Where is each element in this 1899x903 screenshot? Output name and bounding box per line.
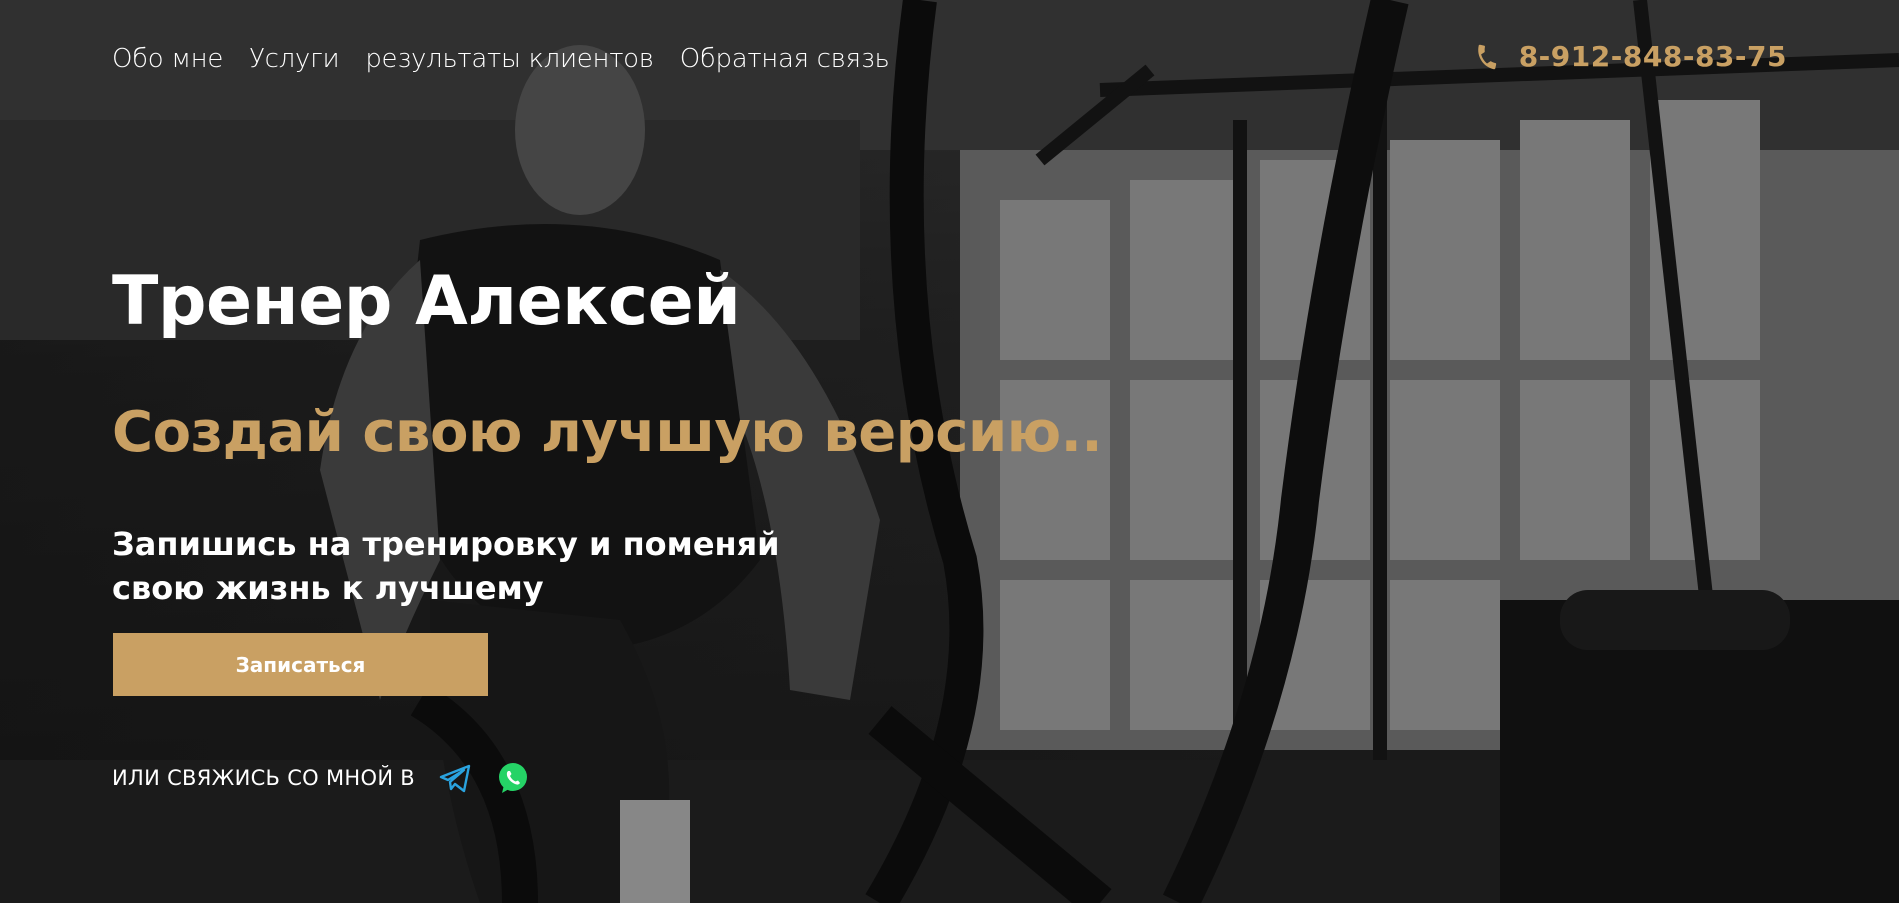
signup-button[interactable]: Записаться xyxy=(113,633,488,696)
whatsapp-icon[interactable] xyxy=(495,760,531,796)
phone-link[interactable]: 8-912-848-83-75 xyxy=(1473,40,1787,73)
top-nav: Обо мне Услуги результаты клиентов Обрат… xyxy=(112,44,890,74)
page-title: Тренер Алексей xyxy=(112,262,741,341)
nav-item-services[interactable]: Услуги xyxy=(249,44,340,74)
nav-item-about[interactable]: Обо мне xyxy=(112,44,223,74)
telegram-icon[interactable] xyxy=(437,760,473,796)
contact-text: ИЛИ СВЯЖИСЬ СО МНОЙ В xyxy=(112,766,416,790)
nav-item-client-results[interactable]: результаты клиентов xyxy=(365,44,654,74)
nav-item-feedback[interactable]: Обратная связь xyxy=(680,44,890,74)
hero-subtitle: Запишись на тренировку и поменяй свою жи… xyxy=(112,522,792,610)
contact-row: ИЛИ СВЯЖИСЬ СО МНОЙ В xyxy=(112,760,531,796)
phone-number[interactable]: 8-912-848-83-75 xyxy=(1519,40,1787,73)
hero-subtitle-line-1: Запишись на тренировку и поменяй xyxy=(112,525,780,563)
hero-subtitle-line-2: свою жизнь к лучшему xyxy=(112,569,544,607)
hero-slogan: Создай свою лучшую версию.. xyxy=(112,400,1103,465)
phone-icon xyxy=(1473,43,1501,71)
